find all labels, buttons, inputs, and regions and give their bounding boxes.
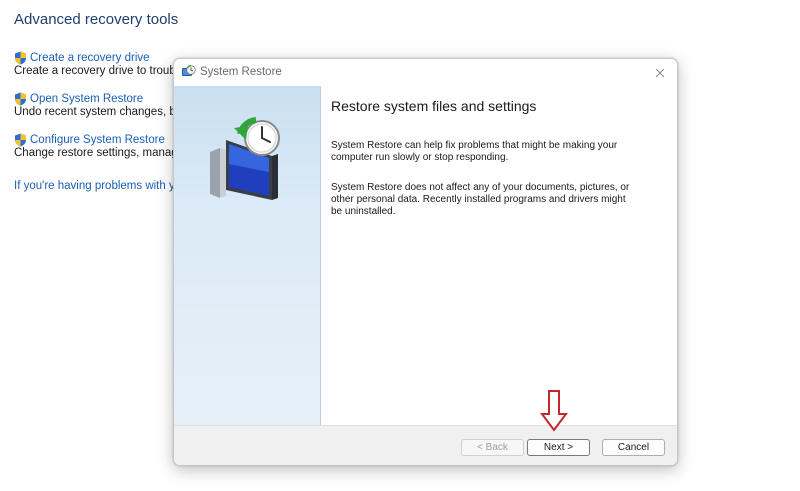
system-restore-icon	[182, 65, 196, 76]
dialog-titlebar[interactable]: System Restore	[174, 59, 677, 86]
shield-icon	[15, 92, 26, 105]
dialog-title: System Restore	[200, 66, 282, 78]
close-icon	[655, 68, 665, 78]
configure-system-restore-link[interactable]: Configure System Restore	[30, 134, 165, 146]
close-button[interactable]	[649, 63, 671, 83]
configure-system-restore-desc: Change restore settings, manage c	[14, 147, 193, 159]
recovery-item-create-drive: Create a recovery drive Create a recover…	[14, 50, 190, 77]
description-paragraph-2: System Restore does not affect any of yo…	[331, 182, 630, 217]
next-button[interactable]: Next >	[527, 439, 590, 456]
dialog-heading: Restore system files and settings	[331, 98, 537, 114]
description-paragraph-1: System Restore can help fix problems tha…	[331, 140, 618, 163]
cancel-button[interactable]: Cancel	[602, 439, 665, 456]
side-panel	[174, 86, 321, 425]
recovery-item-open-restore: Open System Restore Undo recent system c…	[14, 91, 185, 118]
page-title: Advanced recovery tools	[14, 11, 179, 28]
open-system-restore-desc: Undo recent system changes, but	[14, 106, 186, 118]
shield-icon	[15, 51, 26, 64]
recovery-item-configure-restore: Configure System Restore Change restore …	[14, 132, 193, 159]
open-system-restore-link[interactable]: Open System Restore	[30, 93, 143, 105]
create-recovery-drive-link[interactable]: Create a recovery drive	[30, 52, 150, 64]
system-restore-dialog: System Restore Restore system files and …	[173, 58, 678, 466]
arrow-down-icon	[540, 390, 568, 432]
create-recovery-drive-desc: Create a recovery drive to troubles	[14, 65, 191, 77]
help-link[interactable]: If you're having problems with yo	[14, 180, 181, 192]
system-restore-illustration	[210, 117, 280, 200]
back-button[interactable]: < Back	[461, 439, 524, 456]
shield-icon	[15, 133, 26, 146]
dialog-footer: < Back Next > Cancel	[174, 425, 677, 465]
dialog-content: Restore system files and settings System…	[321, 86, 677, 425]
